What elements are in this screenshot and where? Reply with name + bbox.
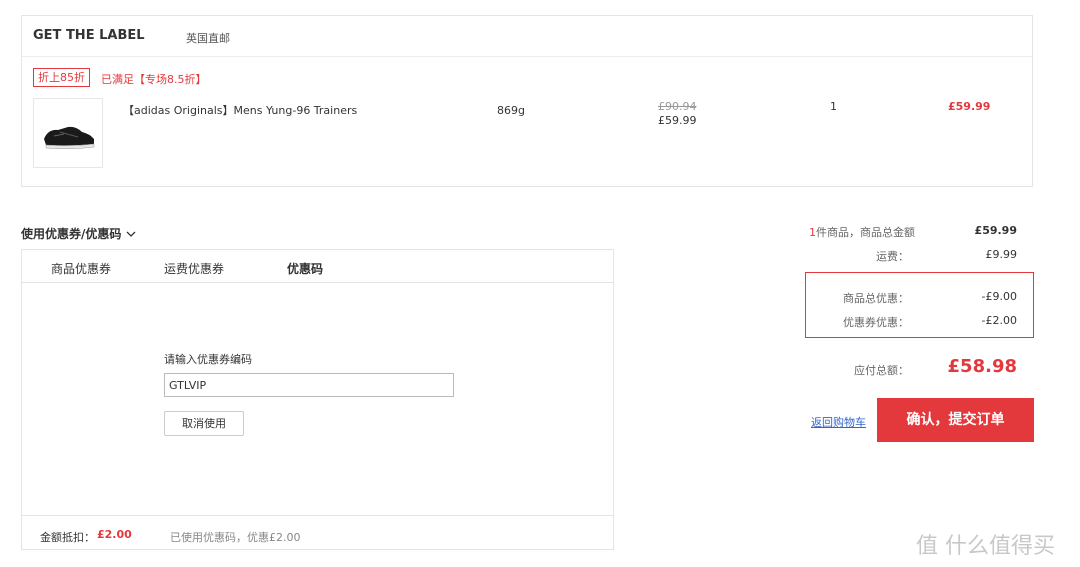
promo-status-text: 已满足【专场8.5折】: [101, 73, 207, 86]
tab-promo-code[interactable]: 优惠码: [287, 260, 323, 277]
chevron-down-icon: [126, 227, 136, 241]
cancel-code-button[interactable]: 取消使用: [164, 411, 244, 436]
coupon-footer: 金额抵扣： £2.00 已使用优惠码，优惠£2.00: [22, 515, 613, 550]
coupon-tabs: 商品优惠券 运费优惠券 优惠码: [22, 250, 613, 283]
shipping-label: 运费：: [876, 250, 909, 263]
payable-label: 应付总额：: [854, 364, 909, 377]
goods-discount-value: -£9.00: [981, 290, 1017, 303]
tab-product-coupon[interactable]: 商品优惠券: [51, 260, 111, 277]
store-name: GET THE LABEL: [33, 28, 145, 43]
deduction-note: 已使用优惠码，优惠£2.00: [170, 531, 301, 544]
store-shipping-tag: 英国直邮: [186, 32, 230, 45]
line-total: £59.99: [948, 100, 991, 113]
store-header: GET THE LABEL 英国直邮: [22, 16, 1032, 57]
product-thumbnail[interactable]: [33, 98, 103, 168]
coupon-discount-label: 优惠券优惠：: [843, 316, 909, 329]
tab-shipping-coupon[interactable]: 运费优惠券: [164, 260, 224, 277]
quantity: 1: [830, 100, 837, 113]
items-total-label: 1件商品，商品总金额: [715, 224, 915, 240]
deduction-amount: £2.00: [97, 528, 132, 541]
items-total-value: £59.99: [974, 224, 1017, 237]
item-count: 1: [809, 226, 816, 239]
sneaker-image: [44, 126, 95, 150]
coupon-panel: 商品优惠券 运费优惠券 优惠码 请输入优惠券编码 取消使用 金额抵扣： £2.0…: [21, 249, 614, 550]
promo-badge: 折上85折: [33, 68, 90, 87]
submit-order-button[interactable]: 确认，提交订单: [877, 398, 1034, 442]
original-price: £90.94: [658, 100, 697, 113]
coupon-section-toggle[interactable]: 使用优惠券/优惠码: [21, 225, 136, 242]
unit-price: £59.99: [658, 114, 697, 127]
promo-code-label: 请输入优惠券编码: [164, 353, 252, 366]
deduction-label: 金额抵扣：: [40, 531, 95, 544]
payable-total: £58.98: [947, 356, 1017, 377]
order-box: GET THE LABEL 英国直邮 折上85折 已满足【专场8.5折】 【ad…: [21, 15, 1033, 187]
product-name[interactable]: 【adidas Originals】Mens Yung-96 Trainers: [123, 102, 357, 118]
coupon-section-title: 使用优惠券/优惠码: [21, 227, 122, 241]
coupon-discount-value: -£2.00: [981, 314, 1017, 327]
shipping-value: £9.99: [985, 248, 1018, 261]
goods-discount-label: 商品总优惠：: [843, 292, 909, 305]
back-to-cart-link[interactable]: 返回购物车: [811, 414, 866, 430]
product-weight: 869g: [497, 104, 525, 117]
item-count-suffix: 件商品，商品总金额: [816, 226, 915, 239]
site-watermark: 值 什么值得买: [916, 534, 1055, 559]
promo-code-input[interactable]: [164, 373, 454, 397]
